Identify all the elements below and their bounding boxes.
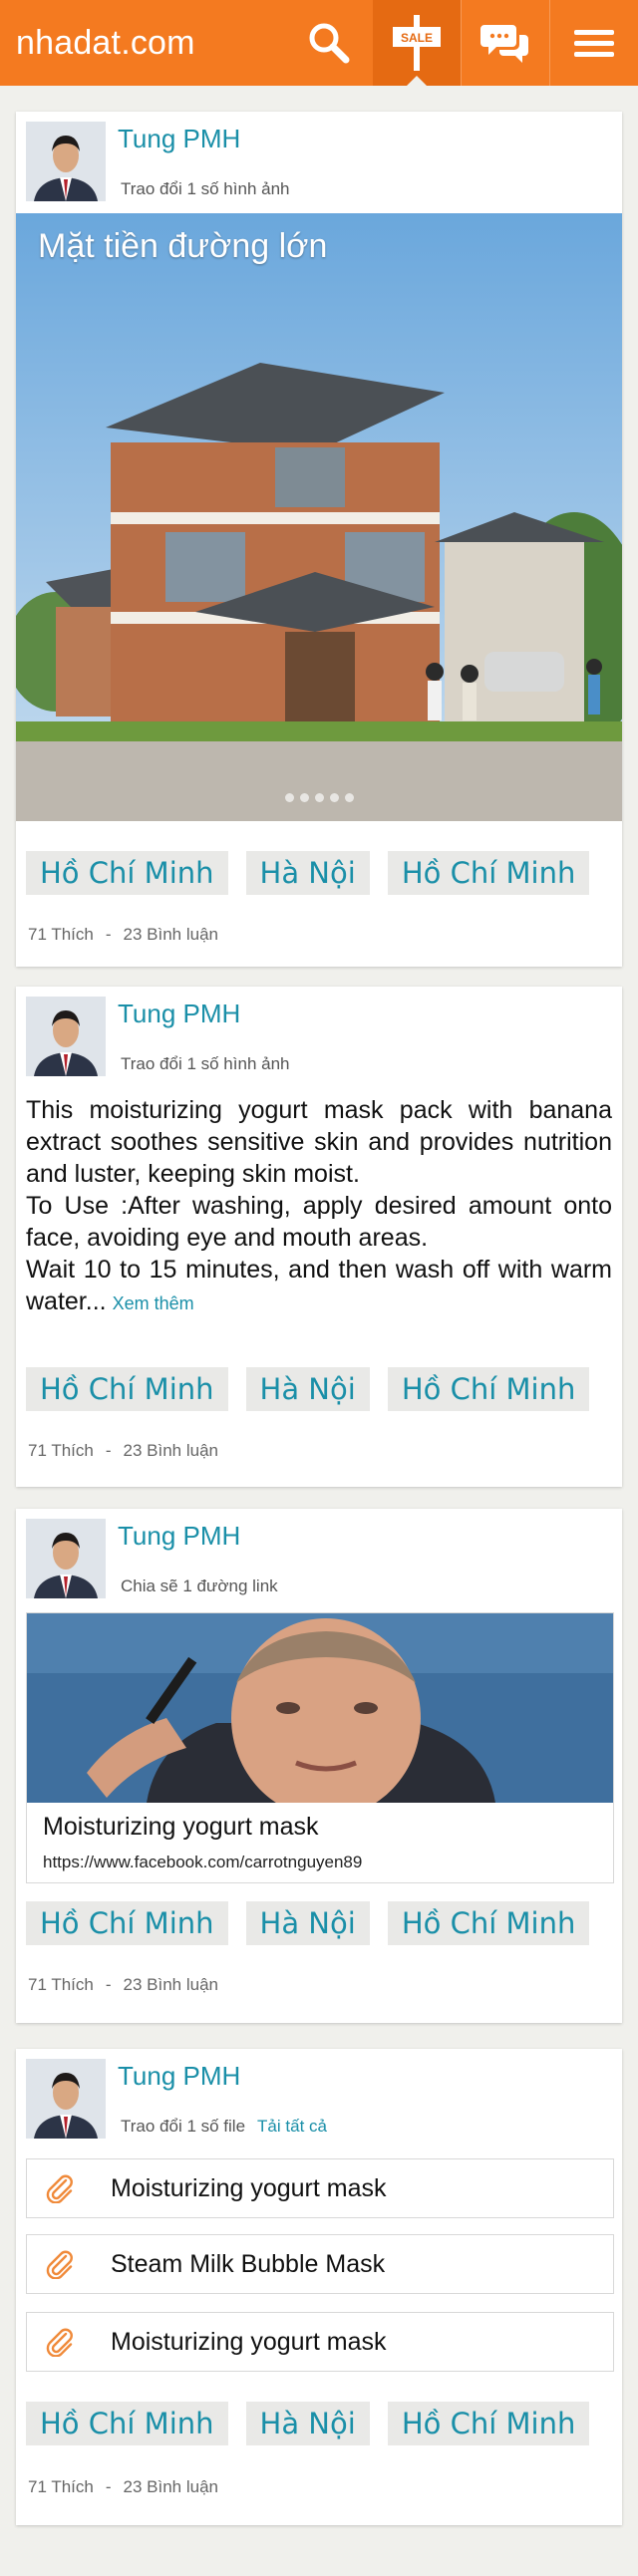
avatar[interactable] bbox=[26, 122, 106, 201]
post-stats: 71 Thích -23 Bình luận bbox=[28, 1441, 218, 1461]
post-stats: 71 Thích -23 Bình luận bbox=[28, 2477, 218, 2497]
carousel-dot[interactable] bbox=[329, 793, 339, 802]
file-item[interactable]: Moisturizing yogurt mask bbox=[26, 2158, 614, 2218]
sale-button[interactable]: SALE bbox=[373, 0, 461, 86]
hero-image[interactable]: Mặt tiền đường lớn bbox=[16, 213, 622, 821]
post-stats: 71 Thích -23 Bình luận bbox=[28, 1975, 218, 1995]
post-subtitle: Trao đổi 1 số file Tải tất cả bbox=[121, 2117, 327, 2137]
chat-icon bbox=[480, 25, 528, 63]
avatar[interactable] bbox=[26, 1519, 106, 1598]
carousel-dot[interactable] bbox=[284, 793, 294, 802]
file-name: Moisturizing yogurt mask bbox=[111, 2174, 387, 2202]
link-preview-image bbox=[27, 1613, 613, 1803]
see-more-link[interactable]: Xem thêm bbox=[113, 1293, 194, 1313]
menu-button[interactable] bbox=[549, 0, 638, 86]
carousel-dot[interactable] bbox=[299, 793, 309, 802]
post-subtitle-text: Trao đổi 1 số file bbox=[121, 2117, 246, 2136]
stats-separator: - bbox=[105, 1975, 112, 1994]
tag-chip[interactable]: Hồ Chí Minh bbox=[387, 2402, 590, 2445]
post-body-text: This moisturizing yogurt mask pack with … bbox=[26, 1096, 612, 1315]
link-title[interactable]: Moisturizing yogurt mask bbox=[43, 1813, 318, 1842]
likes-count[interactable]: 71 Thích bbox=[28, 1975, 94, 1994]
download-all-link[interactable]: Tải tất cả bbox=[257, 2117, 327, 2136]
carousel-dot[interactable] bbox=[344, 793, 354, 802]
tag-chip[interactable]: Hồ Chí Minh bbox=[387, 851, 590, 895]
file-name: Moisturizing yogurt mask bbox=[111, 2328, 387, 2356]
avatar[interactable] bbox=[26, 997, 106, 1076]
stats-separator: - bbox=[105, 2477, 112, 2496]
tag-list: Hồ Chí Minh Hà Nội Hồ Chí Minh bbox=[26, 851, 607, 895]
tag-chip[interactable]: Hà Nội bbox=[245, 1367, 370, 1411]
post-subtitle: Trao đổi 1 số hình ảnh bbox=[121, 179, 290, 198]
tag-chip[interactable]: Hồ Chí Minh bbox=[26, 2402, 228, 2445]
author-name[interactable]: Tung PMH bbox=[118, 999, 240, 1029]
logo[interactable]: nhadat.com bbox=[16, 24, 285, 63]
tag-chip[interactable]: Hồ Chí Minh bbox=[26, 851, 228, 895]
file-item[interactable]: Steam Milk Bubble Mask bbox=[26, 2234, 614, 2294]
tag-chip[interactable]: Hà Nội bbox=[245, 1901, 370, 1945]
hero-title: Mặt tiền đường lớn bbox=[38, 227, 328, 265]
post-card: Tung PMH Chia sẽ 1 đường link Moisturizi… bbox=[16, 1509, 622, 2023]
comments-count[interactable]: 23 Bình luận bbox=[124, 1441, 218, 1460]
link-url[interactable]: https://www.facebook.com/carrotnguyen89 bbox=[43, 1853, 362, 1872]
app-header: nhadat.com SALE bbox=[0, 0, 638, 86]
menu-icon bbox=[574, 24, 614, 63]
stats-separator: - bbox=[105, 1441, 112, 1460]
carousel-dot[interactable] bbox=[314, 793, 324, 802]
post-subtitle: Chia sẽ 1 đường link bbox=[121, 1576, 278, 1595]
likes-count[interactable]: 71 Thích bbox=[28, 2477, 94, 2496]
tag-list: Hồ Chí Minh Hà Nội Hồ Chí Minh bbox=[26, 1367, 607, 1411]
post-subtitle: Trao đổi 1 số hình ảnh bbox=[121, 1054, 290, 1073]
tag-chip[interactable]: Hồ Chí Minh bbox=[26, 1901, 228, 1945]
paperclip-icon bbox=[46, 2328, 73, 2357]
author-name[interactable]: Tung PMH bbox=[118, 124, 240, 154]
sale-sign-icon: SALE bbox=[393, 15, 441, 71]
tag-list: Hồ Chí Minh Hà Nội Hồ Chí Minh bbox=[26, 1901, 607, 1945]
sale-badge-text: SALE bbox=[401, 31, 433, 45]
search-icon bbox=[309, 23, 350, 64]
tag-chip[interactable]: Hồ Chí Minh bbox=[387, 1901, 590, 1945]
paperclip-icon bbox=[46, 2174, 73, 2203]
stats-separator: - bbox=[105, 925, 112, 944]
paperclip-icon bbox=[46, 2250, 73, 2279]
file-name: Steam Milk Bubble Mask bbox=[111, 2250, 386, 2278]
likes-count[interactable]: 71 Thích bbox=[28, 925, 94, 944]
author-name[interactable]: Tung PMH bbox=[118, 1521, 240, 1552]
tag-list: Hồ Chí Minh Hà Nội Hồ Chí Minh bbox=[26, 2402, 607, 2445]
comments-count[interactable]: 23 Bình luận bbox=[124, 925, 218, 944]
author-name[interactable]: Tung PMH bbox=[118, 2061, 240, 2092]
tag-chip[interactable]: Hà Nội bbox=[245, 2402, 370, 2445]
tag-chip[interactable]: Hồ Chí Minh bbox=[387, 1367, 590, 1411]
comments-count[interactable]: 23 Bình luận bbox=[124, 2477, 218, 2496]
tag-chip[interactable]: Hà Nội bbox=[245, 851, 370, 895]
post-card: Tung PMH Trao đổi 1 số file Tải tất cả Mo… bbox=[16, 2049, 622, 2525]
search-button[interactable] bbox=[285, 0, 373, 86]
carousel-dots bbox=[16, 789, 622, 807]
chat-button[interactable] bbox=[461, 0, 549, 86]
post-body: This moisturizing yogurt mask pack with … bbox=[26, 1094, 612, 1319]
comments-count[interactable]: 23 Bình luận bbox=[124, 1975, 218, 1994]
post-card: Tung PMH Trao đổi 1 số hình ảnh Mặt tiền… bbox=[16, 112, 622, 967]
file-item[interactable]: Moisturizing yogurt mask bbox=[26, 2312, 614, 2372]
avatar[interactable] bbox=[26, 2059, 106, 2139]
post-card: Tung PMH Trao đổi 1 số hình ảnh This moi… bbox=[16, 987, 622, 1487]
tag-chip[interactable]: Hồ Chí Minh bbox=[26, 1367, 228, 1411]
link-preview[interactable]: Moisturizing yogurt mask https://www.fac… bbox=[26, 1612, 614, 1883]
likes-count[interactable]: 71 Thích bbox=[28, 1441, 94, 1460]
post-stats: 71 Thích -23 Bình luận bbox=[28, 925, 218, 945]
